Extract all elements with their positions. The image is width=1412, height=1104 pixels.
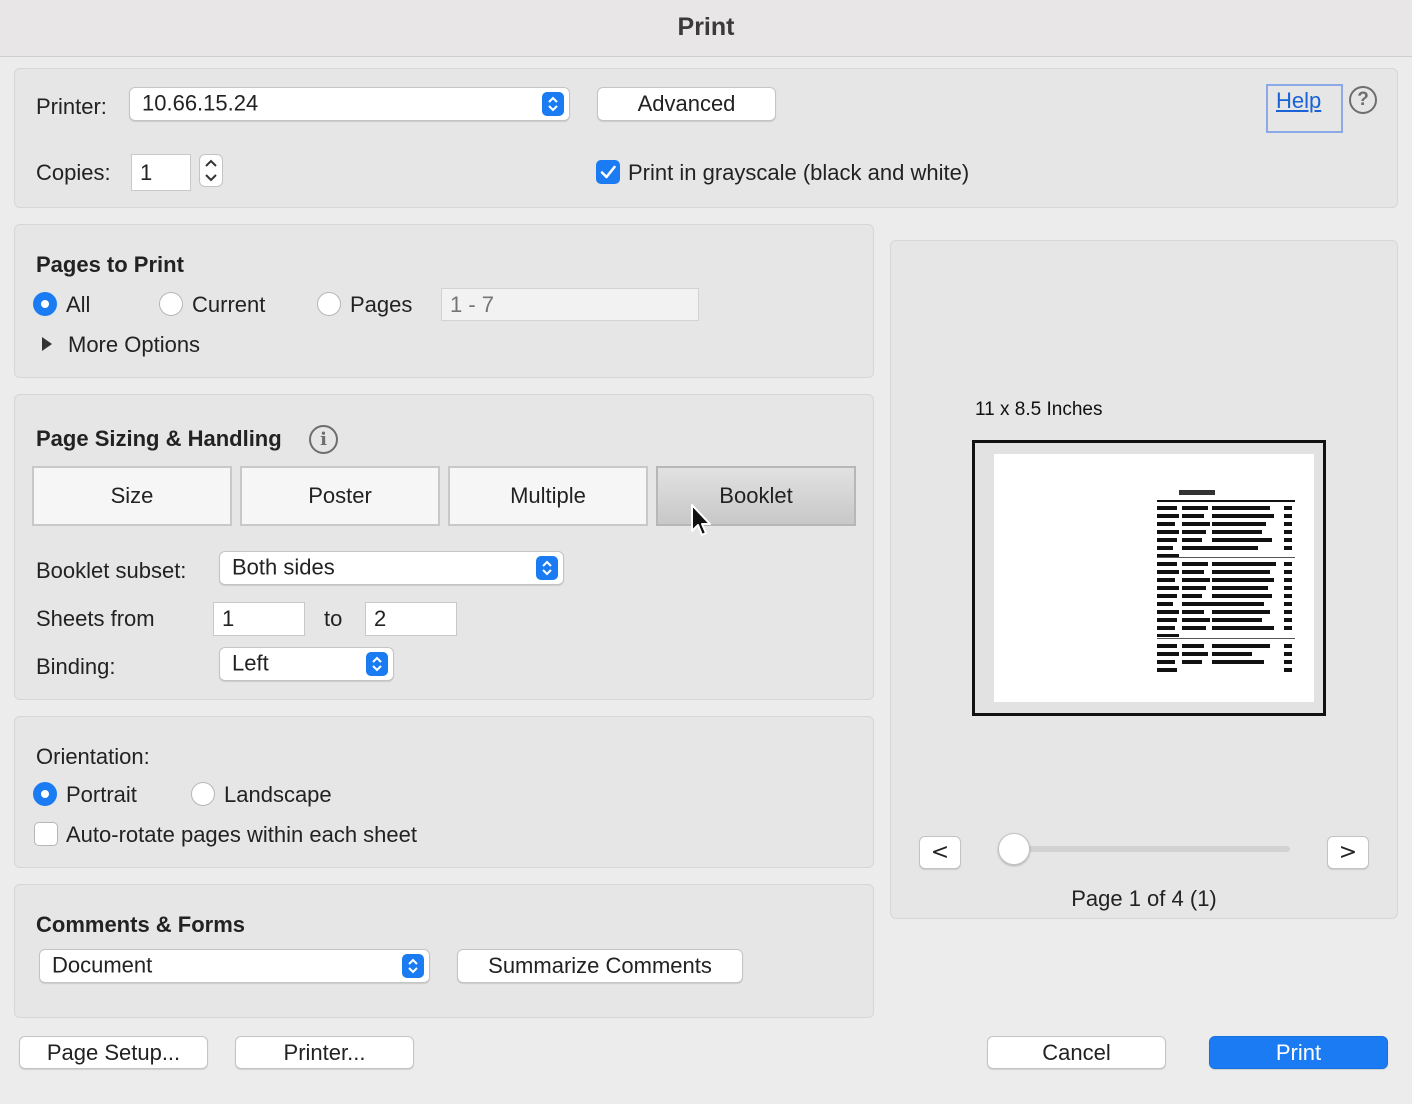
sheets-to-input[interactable] bbox=[365, 602, 457, 636]
page-sizing-title: Page Sizing & Handling bbox=[36, 426, 282, 451]
copies-label: Copies: bbox=[36, 160, 111, 185]
copies-input[interactable] bbox=[131, 154, 191, 191]
mouse-cursor-icon bbox=[691, 504, 711, 536]
sheets-to-label: to bbox=[324, 606, 343, 631]
tab-multiple[interactable]: Multiple bbox=[448, 466, 648, 526]
stepper-arrows-icon bbox=[205, 159, 217, 182]
radio-all[interactable] bbox=[33, 292, 57, 316]
advanced-button[interactable]: Advanced bbox=[597, 87, 776, 121]
printer-select[interactable]: 10.66.15.24 bbox=[129, 87, 570, 121]
window-title-bar: Print bbox=[0, 0, 1412, 57]
preview-prev-button[interactable]: < bbox=[919, 836, 961, 869]
booklet-subset-select[interactable]: Both sides bbox=[219, 551, 564, 585]
printer-select-value: 10.66.15.24 bbox=[142, 90, 259, 116]
select-arrows-icon bbox=[542, 92, 564, 116]
comments-forms-select[interactable]: Document bbox=[39, 949, 430, 983]
tab-poster[interactable]: Poster bbox=[240, 466, 440, 526]
preview-slider-thumb[interactable] bbox=[998, 833, 1030, 865]
preview-sheet bbox=[994, 454, 1314, 702]
pages-to-print-title: Pages to Print bbox=[36, 252, 184, 277]
auto-rotate-checkbox[interactable] bbox=[34, 822, 58, 846]
binding-value: Left bbox=[232, 650, 269, 676]
info-icon[interactable]: i bbox=[309, 425, 338, 454]
window-title: Print bbox=[677, 13, 735, 41]
printer-dialog-button[interactable]: Printer... bbox=[235, 1036, 414, 1069]
printer-label: Printer: bbox=[36, 94, 107, 119]
radio-landscape-label: Landscape bbox=[224, 782, 332, 807]
booklet-subset-label: Booklet subset: bbox=[36, 558, 187, 583]
preview-next-button[interactable]: > bbox=[1327, 836, 1369, 869]
sheets-from-input[interactable] bbox=[213, 602, 305, 636]
help-link[interactable]: Help bbox=[1276, 88, 1321, 114]
select-arrows-icon bbox=[366, 652, 388, 676]
page-setup-button[interactable]: Page Setup... bbox=[19, 1036, 208, 1069]
sheets-from-label: Sheets from bbox=[36, 606, 155, 631]
auto-rotate-label: Auto-rotate pages within each sheet bbox=[66, 822, 418, 847]
orientation-title: Orientation: bbox=[36, 744, 150, 769]
pages-range-input[interactable] bbox=[441, 288, 699, 321]
tab-size[interactable]: Size bbox=[32, 466, 232, 526]
radio-portrait[interactable] bbox=[33, 782, 57, 806]
summarize-comments-button[interactable]: Summarize Comments bbox=[457, 949, 743, 983]
checkmark-icon bbox=[600, 165, 616, 179]
help-link-box[interactable]: Help bbox=[1266, 84, 1343, 133]
more-options-label[interactable]: More Options bbox=[68, 332, 200, 358]
radio-current-label: Current bbox=[192, 292, 266, 317]
page-indicator: Page 1 of 4 (1) bbox=[1071, 886, 1217, 911]
document-thumbnail-icon bbox=[1157, 490, 1295, 672]
grayscale-label: Print in grayscale (black and white) bbox=[628, 160, 970, 185]
radio-all-label: All bbox=[66, 292, 91, 317]
booklet-subset-value: Both sides bbox=[232, 554, 335, 580]
copies-stepper[interactable] bbox=[199, 154, 223, 187]
radio-landscape[interactable] bbox=[191, 782, 215, 806]
preview-size-label: 11 x 8.5 Inches bbox=[975, 399, 1103, 420]
print-button[interactable]: Print bbox=[1209, 1036, 1388, 1069]
cancel-button[interactable]: Cancel bbox=[987, 1036, 1166, 1069]
radio-current[interactable] bbox=[159, 292, 183, 316]
radio-pages[interactable] bbox=[317, 292, 341, 316]
help-icon[interactable]: ? bbox=[1349, 86, 1377, 114]
disclosure-triangle-icon[interactable] bbox=[40, 336, 54, 352]
select-arrows-icon bbox=[402, 954, 424, 978]
grayscale-checkbox[interactable] bbox=[596, 160, 620, 184]
radio-portrait-label: Portrait bbox=[66, 782, 137, 807]
binding-label: Binding: bbox=[36, 654, 116, 679]
preview-slider-track[interactable] bbox=[1010, 846, 1290, 852]
comments-forms-value: Document bbox=[52, 952, 153, 978]
select-arrows-icon bbox=[536, 556, 558, 580]
tab-booklet[interactable]: Booklet bbox=[656, 466, 856, 526]
binding-select[interactable]: Left bbox=[219, 647, 394, 681]
radio-pages-label: Pages bbox=[350, 292, 413, 317]
page-preview bbox=[972, 440, 1326, 716]
comments-forms-title: Comments & Forms bbox=[36, 912, 246, 937]
